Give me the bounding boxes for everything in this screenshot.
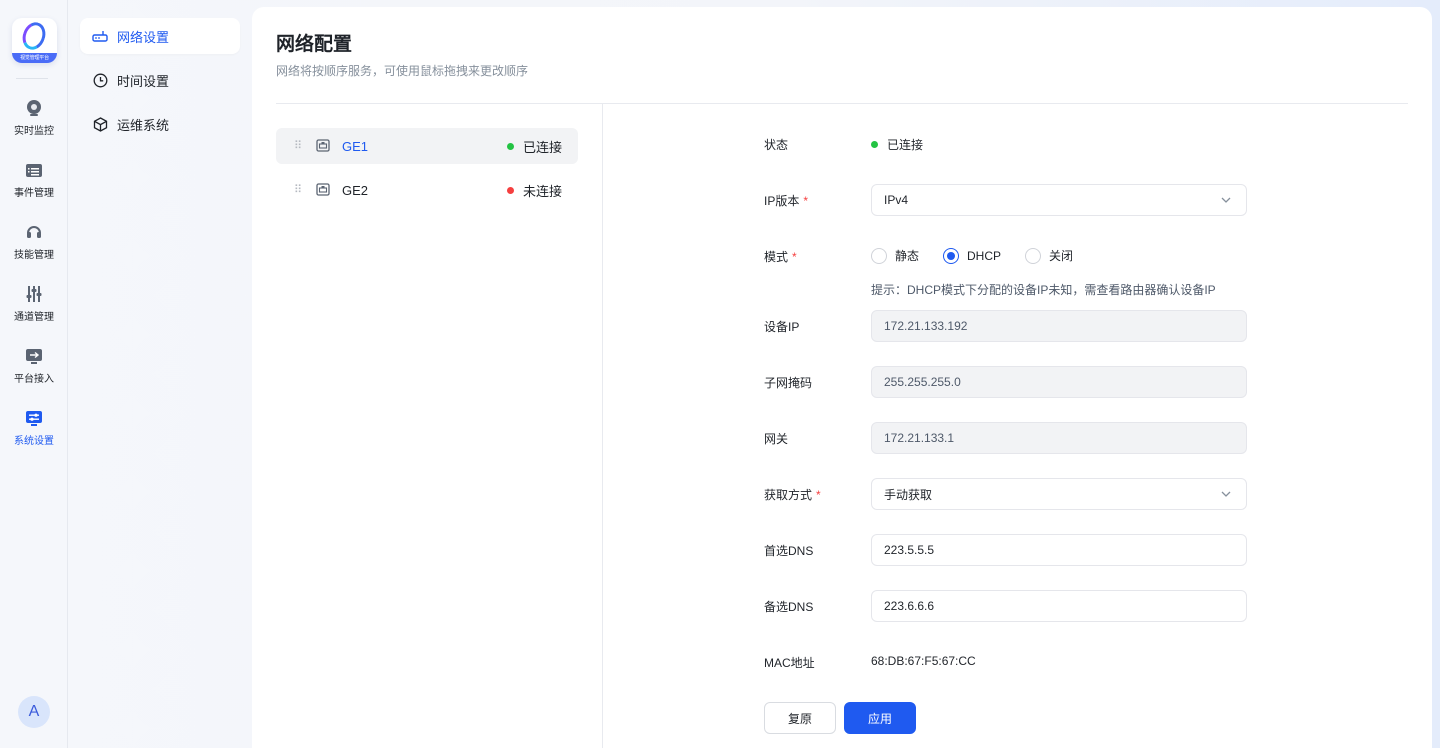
rail-item-events[interactable]: 事件管理 bbox=[0, 160, 68, 210]
mode-radio-dhcp[interactable]: DHCP bbox=[943, 247, 1001, 264]
chevron-down-icon bbox=[1221, 197, 1231, 203]
subnet-mask-field[interactable]: 255.255.255.0 bbox=[871, 366, 1247, 398]
status-value: 已连接 bbox=[871, 136, 923, 153]
logo-caption: 视觉管理平台 bbox=[12, 53, 57, 63]
dns1-label: 首选DNS bbox=[764, 544, 814, 558]
clock-icon bbox=[92, 72, 108, 88]
radio-circle bbox=[943, 247, 960, 264]
gateway-label: 网关 bbox=[764, 432, 789, 446]
router-icon bbox=[92, 28, 108, 44]
submenu-label: 网络设置 bbox=[117, 29, 170, 45]
rail-label: 事件管理 bbox=[14, 188, 54, 199]
mode-hint: 提示：DHCP模式下分配的设备IP未知，需查看路由器确认设备IP bbox=[871, 283, 1216, 297]
status-dot bbox=[506, 186, 514, 194]
headset-icon bbox=[24, 222, 44, 242]
rail-label: 技能管理 bbox=[14, 250, 54, 261]
submenu-label: 运维系统 bbox=[117, 117, 170, 133]
rail-item-channels[interactable]: 通道管理 bbox=[0, 284, 68, 334]
rail-divider bbox=[16, 78, 48, 79]
gateway-field[interactable]: 172.21.133.1 bbox=[871, 422, 1247, 454]
mac-value: 68:DB:67:F5:67:CC bbox=[871, 654, 976, 668]
reset-button[interactable]: 复原 bbox=[764, 702, 836, 734]
page-subtitle: 网络将按顺序服务，可使用鼠标拖拽来更改顺序 bbox=[276, 64, 529, 78]
column-divider bbox=[602, 104, 603, 748]
interface-status: 已连接 bbox=[522, 139, 562, 155]
page-title: 网络配置 bbox=[276, 34, 353, 55]
mode-radio-off[interactable]: 关闭 bbox=[1025, 247, 1073, 264]
acquire-method-select[interactable]: 手动获取 bbox=[871, 478, 1247, 510]
user-avatar[interactable]: A bbox=[18, 696, 50, 728]
ip-version-label: IP版本 * bbox=[764, 194, 809, 208]
login-arrow-icon bbox=[24, 346, 44, 366]
rail-item-platform[interactable]: 平台接入 bbox=[0, 346, 68, 396]
device-ip-label: 设备IP bbox=[764, 320, 800, 334]
submenu-item-network[interactable]: 网络设置 bbox=[80, 18, 240, 54]
dns1-field[interactable]: 223.5.5.5 bbox=[871, 534, 1247, 566]
rail-label: 平台接入 bbox=[14, 374, 54, 385]
interface-name: GE2 bbox=[342, 182, 369, 198]
rail-label: 通道管理 bbox=[14, 312, 54, 323]
mode-radio-group: 静态 DHCP 关闭 bbox=[871, 247, 1097, 264]
chevron-down-icon bbox=[1221, 491, 1231, 497]
interface-name: GE1 bbox=[342, 138, 369, 154]
acquire-method-label: 获取方式 * bbox=[764, 488, 821, 502]
ethernet-port-icon bbox=[316, 139, 332, 153]
status-dot bbox=[506, 142, 514, 150]
status-label: 状态 bbox=[764, 138, 789, 152]
interface-item-ge2[interactable]: ⠿ GE2 未连接 bbox=[276, 172, 578, 208]
rail-item-skills[interactable]: 技能管理 bbox=[0, 222, 68, 272]
header-divider bbox=[276, 103, 1408, 104]
camera-icon bbox=[24, 98, 44, 118]
rail-item-system[interactable]: 系统设置 bbox=[0, 408, 68, 458]
interface-item-ge1[interactable]: ⠿ GE1 已连接 bbox=[276, 128, 578, 164]
ethernet-port-icon bbox=[316, 183, 332, 197]
logo-ring-icon bbox=[18, 19, 50, 53]
sliders-icon bbox=[24, 284, 44, 304]
network-config-panel: 网络配置 网络将按顺序服务，可使用鼠标拖拽来更改顺序 ⠿ GE1 已连接 ⠿ G… bbox=[252, 7, 1432, 748]
app-logo[interactable]: 视觉管理平台 bbox=[12, 18, 57, 63]
submenu-item-time[interactable]: 时间设置 bbox=[80, 62, 240, 98]
mac-label: MAC地址 bbox=[764, 656, 815, 670]
submenu-label: 时间设置 bbox=[117, 73, 170, 89]
mode-radio-static[interactable]: 静态 bbox=[871, 247, 919, 264]
rail-label: 系统设置 bbox=[14, 436, 54, 447]
drag-handle-icon[interactable]: ⠿ bbox=[294, 185, 304, 196]
submenu-item-ops[interactable]: 运维系统 bbox=[80, 106, 240, 142]
radio-circle bbox=[1025, 247, 1042, 264]
status-dot bbox=[871, 141, 878, 148]
interface-status: 未连接 bbox=[522, 183, 562, 199]
subnet-mask-label: 子网掩码 bbox=[764, 376, 813, 390]
rail-label: 实时监控 bbox=[14, 126, 54, 137]
settings-panel-icon bbox=[24, 408, 44, 428]
drag-handle-icon[interactable]: ⠿ bbox=[294, 141, 304, 152]
rail-item-monitor[interactable]: 实时监控 bbox=[0, 98, 68, 148]
dns2-field[interactable]: 223.6.6.6 bbox=[871, 590, 1247, 622]
ip-version-select[interactable]: IPv4 bbox=[871, 184, 1247, 216]
radio-circle bbox=[871, 247, 887, 264]
settings-submenu: 网络设置 时间设置 运维系统 bbox=[80, 18, 240, 150]
device-ip-field[interactable]: 172.21.133.192 bbox=[871, 310, 1247, 342]
cube-icon bbox=[92, 116, 108, 132]
dns2-label: 备选DNS bbox=[764, 600, 814, 614]
left-rail: 视觉管理平台 实时监控 事件管理 技能管理 通道管理 平台接入 系统设置 A bbox=[0, 0, 68, 748]
mode-label: 模式 * bbox=[764, 250, 797, 264]
apply-button[interactable]: 应用 bbox=[844, 702, 916, 734]
folder-list-icon bbox=[24, 160, 44, 180]
